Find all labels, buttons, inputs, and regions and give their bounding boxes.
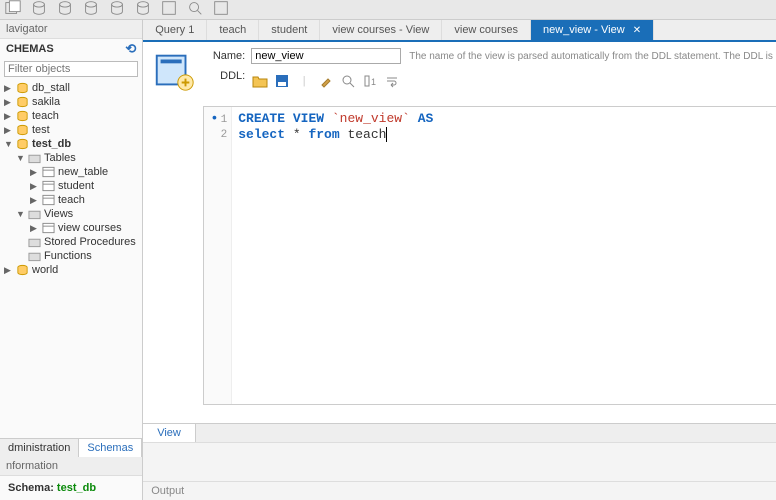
tab-view-courses[interactable]: view courses <box>442 20 531 40</box>
horizontal-scrollbar[interactable] <box>203 409 776 423</box>
table-item[interactable]: ▶new_table <box>0 165 142 179</box>
db-item[interactable]: ▶teach <box>0 109 142 123</box>
toolbar-icon[interactable] <box>82 0 100 20</box>
schema-tree: ▶db_stall ▶sakila ▶teach ▶test ▼test_db … <box>0 79 142 438</box>
editor-tabs: Query 1 teach student view courses - Vie… <box>143 20 776 42</box>
ddl-label: DDL: <box>205 70 251 82</box>
tab-new-view[interactable]: new_view - View✕ <box>531 20 654 40</box>
tab-student[interactable]: student <box>259 20 320 40</box>
refresh-icon[interactable]: ⟲ <box>125 41 136 57</box>
db-item[interactable]: ▶db_stall <box>0 81 142 95</box>
toolbar-icon[interactable] <box>108 0 126 20</box>
svg-text:1: 1 <box>371 77 376 87</box>
toolbar-icon[interactable] <box>212 0 230 20</box>
view-icon <box>151 48 197 94</box>
wrap-icon[interactable] <box>383 72 401 90</box>
schemas-header: CHEMAS ⟲ <box>0 39 142 59</box>
toolbar-icon[interactable] <box>186 0 204 20</box>
schema-info: Schema: test_db <box>0 476 142 500</box>
output-label: Output <box>143 481 776 500</box>
save-icon[interactable] <box>273 72 291 90</box>
search-icon[interactable] <box>339 72 357 90</box>
sidebar-bottom-tabs: dministration Schemas nformation Schema:… <box>0 438 142 500</box>
tab-query1[interactable]: Query 1 <box>143 20 207 40</box>
main-content: Query 1 teach student view courses - Vie… <box>143 20 776 500</box>
table-item[interactable]: ▶teach <box>0 193 142 207</box>
editor-area: Name: The name of the view is parsed aut… <box>143 42 776 500</box>
sub-tabs: View <box>143 423 776 442</box>
db-item[interactable]: ▶world <box>0 263 142 277</box>
view-item[interactable]: ▶view courses <box>0 221 142 235</box>
toolbar-icon[interactable] <box>4 0 22 20</box>
db-item[interactable]: ▶sakila <box>0 95 142 109</box>
toolbar-icon[interactable] <box>134 0 152 20</box>
line-gutter: •1 2 <box>204 107 232 404</box>
sub-tab-view[interactable]: View <box>143 424 196 442</box>
action-bar: Apply Revert <box>143 442 776 481</box>
table-item[interactable]: ▶student <box>0 179 142 193</box>
tab-schemas[interactable]: Schemas <box>79 439 142 457</box>
toolbar-icon[interactable] <box>30 0 48 20</box>
tables-folder[interactable]: ▼Tables <box>0 151 142 165</box>
sql-editor[interactable]: •1 2 CREATE VIEW `new_view` AS select * … <box>203 106 776 405</box>
open-icon[interactable] <box>251 72 269 90</box>
filter-box <box>4 61 138 77</box>
tab-administration[interactable]: dministration <box>0 439 79 457</box>
navigator-sidebar: lavigator CHEMAS ⟲ ▶db_stall ▶sakila ▶te… <box>0 20 143 500</box>
stored-proc-folder[interactable]: Stored Procedures <box>0 235 142 249</box>
toggle-icon[interactable]: 1 <box>361 72 379 90</box>
filter-input[interactable] <box>4 61 138 77</box>
name-hint: The name of the view is parsed automatic… <box>409 50 776 63</box>
functions-folder[interactable]: Functions <box>0 249 142 263</box>
db-item[interactable]: ▶test <box>0 123 142 137</box>
app-toolbar <box>0 0 776 20</box>
name-label: Name: <box>205 50 251 62</box>
db-item-current[interactable]: ▼test_db <box>0 137 142 151</box>
ddl-toolbar: | 1 <box>251 70 401 94</box>
broom-icon[interactable] <box>317 72 335 90</box>
tab-teach[interactable]: teach <box>207 20 259 40</box>
tab-view-courses-view[interactable]: view courses - View <box>320 20 442 40</box>
close-icon[interactable]: ✕ <box>633 25 641 36</box>
views-folder[interactable]: ▼Views <box>0 207 142 221</box>
name-input[interactable] <box>251 48 401 64</box>
toolbar-icon[interactable] <box>56 0 74 20</box>
toolbar-icon[interactable] <box>160 0 178 20</box>
code-lines[interactable]: CREATE VIEW `new_view` AS select * from … <box>232 107 776 404</box>
information-title: nformation <box>0 457 142 476</box>
navigator-title: lavigator <box>0 20 142 39</box>
